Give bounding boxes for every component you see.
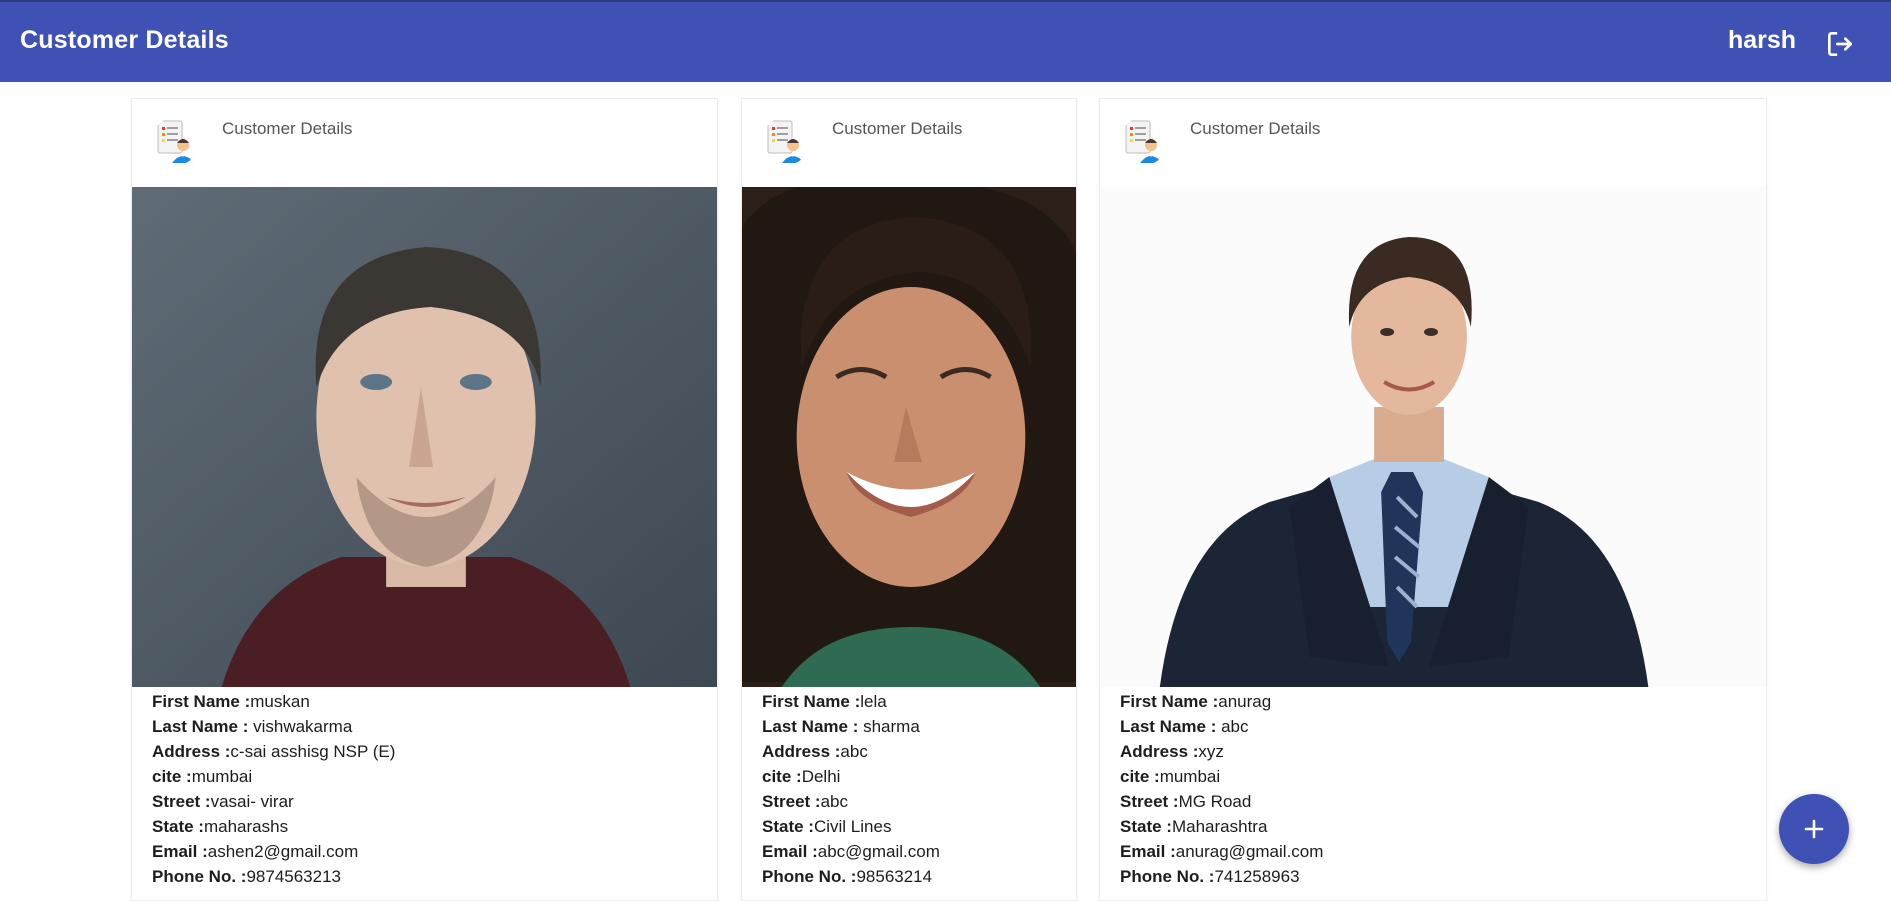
street-value: MG Road [1178,792,1252,811]
page-title: Customer Details [20,26,229,54]
add-customer-button[interactable] [1779,794,1849,864]
first-name-row: First Name :muskan [152,689,395,714]
card-title: Customer Details [1190,119,1321,138]
city-row: cite :Delhi [762,764,940,789]
street-row: Street :vasai- virar [152,789,395,814]
state-row: State :maharashs [152,814,395,839]
first-name-row: First Name :lela [762,689,940,714]
state-row: State :Maharashtra [1120,814,1323,839]
street-label: Street : [762,792,821,811]
customer-info: First Name :anurag Last Name : abc Addre… [1120,689,1323,889]
last-name-value: vishwakarma [248,717,353,736]
first-name-value: muskan [250,692,310,711]
customer-photo [132,187,717,687]
email-value: abc@gmail.com [817,842,940,861]
phone-row: Phone No. :741258963 [1120,864,1323,889]
last-name-value: sharma [858,717,920,736]
last-name-label: Last Name : [1120,717,1217,736]
email-label: Email : [152,842,208,861]
customer-card: Customer Details First Name :anurag Last… [1099,98,1767,901]
email-value: anurag@gmail.com [1175,842,1324,861]
state-label: State : [152,817,204,836]
first-name-label: First Name : [1120,692,1219,711]
app-header: Customer Details harsh [0,0,1891,82]
city-label: cite : [1120,767,1160,786]
phone-label: Phone No. : [1120,867,1215,886]
plus-icon [1804,819,1824,839]
phone-value: 9874563213 [246,867,341,886]
email-value: ashen2@gmail.com [207,842,359,861]
street-label: Street : [152,792,211,811]
street-value: abc [820,792,848,811]
customer-card: Customer Details First Name :lela Last N… [741,98,1077,901]
phone-label: Phone No. : [762,867,857,886]
customer-info: First Name :lela Last Name : sharma Addr… [762,689,940,889]
first-name-value: anurag [1218,692,1272,711]
address-value: c-sai asshisg NSP (E) [230,742,396,761]
address-label: Address : [762,742,841,761]
customer-card: Customer Details First Name :muskan Last… [131,98,718,901]
email-row: Email :anurag@gmail.com [1120,839,1323,864]
last-name-row: Last Name : vishwakarma [152,714,395,739]
phone-label: Phone No. : [152,867,247,886]
first-name-label: First Name : [152,692,251,711]
phone-value: 98563214 [856,867,933,886]
city-label: cite : [762,767,802,786]
card-title: Customer Details [832,119,963,138]
email-row: Email :abc@gmail.com [762,839,940,864]
last-name-label: Last Name : [152,717,249,736]
street-row: Street :MG Road [1120,789,1323,814]
address-value: xyz [1198,742,1224,761]
state-label: State : [1120,817,1172,836]
customer-document-icon [762,117,810,165]
last-name-row: Last Name : abc [1120,714,1323,739]
first-name-row: First Name :anurag [1120,689,1323,714]
address-row: Address :xyz [1120,739,1323,764]
customer-photo [1100,187,1766,687]
address-label: Address : [152,742,231,761]
street-value: vasai- virar [210,792,294,811]
city-label: cite : [152,767,192,786]
address-row: Address :c-sai asshisg NSP (E) [152,739,395,764]
phone-row: Phone No. :9874563213 [152,864,395,889]
state-value: Maharashtra [1171,817,1268,836]
last-name-label: Last Name : [762,717,859,736]
card-title: Customer Details [222,119,353,138]
state-value: Civil Lines [813,817,892,836]
customer-photo [742,187,1076,687]
state-value: maharashs [203,817,289,836]
state-row: State :Civil Lines [762,814,940,839]
phone-row: Phone No. :98563214 [762,864,940,889]
logout-icon[interactable] [1824,28,1856,60]
city-value: Delhi [801,767,841,786]
last-name-row: Last Name : sharma [762,714,940,739]
email-label: Email : [1120,842,1176,861]
address-label: Address : [1120,742,1199,761]
customer-document-icon [152,117,200,165]
city-value: mumbai [191,767,253,786]
customer-info: First Name :muskan Last Name : vishwakar… [152,689,395,889]
state-label: State : [762,817,814,836]
street-label: Street : [1120,792,1179,811]
customer-document-icon [1120,117,1168,165]
street-row: Street :abc [762,789,940,814]
email-label: Email : [762,842,818,861]
address-row: Address :abc [762,739,940,764]
city-value: mumbai [1159,767,1221,786]
first-name-value: lela [860,692,887,711]
username-label[interactable]: harsh [1728,26,1796,55]
email-row: Email :ashen2@gmail.com [152,839,395,864]
city-row: cite :mumbai [1120,764,1323,789]
first-name-label: First Name : [762,692,861,711]
address-value: abc [840,742,868,761]
city-row: cite :mumbai [152,764,395,789]
last-name-value: abc [1216,717,1249,736]
phone-value: 741258963 [1214,867,1300,886]
